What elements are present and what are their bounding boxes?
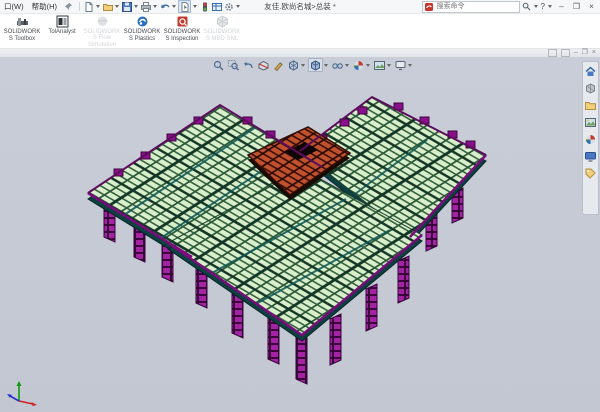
solidworks-plastics-button[interactable]: SOLIDWORKS Plastics [122, 14, 162, 48]
task-pane-tabs [582, 61, 599, 215]
search-dropdown-arrow[interactable] [534, 5, 538, 8]
print-icon[interactable] [140, 1, 151, 12]
close-button[interactable]: × [585, 1, 598, 12]
file-properties-icon[interactable] [211, 1, 222, 12]
plastics-icon [136, 15, 149, 28]
taskpane-design-library-icon[interactable] [585, 83, 596, 94]
new-dropdown-arrow[interactable] [96, 5, 100, 8]
minimize-button[interactable]: – [555, 1, 568, 12]
solidworks-logo-icon [425, 3, 433, 11]
open-dropdown-arrow[interactable] [115, 5, 119, 8]
separator [79, 2, 80, 11]
zoom-to-area-icon[interactable] [227, 59, 240, 71]
flow-simulation-icon [96, 15, 109, 28]
command-search-box[interactable] [422, 1, 520, 13]
section-view-icon[interactable] [257, 59, 270, 71]
hide-show-items-icon[interactable] [331, 59, 344, 71]
search-input[interactable] [435, 2, 509, 11]
tolanalyst-button[interactable]: TolAnalyst [42, 14, 82, 48]
taskpane-home-icon[interactable] [585, 66, 596, 77]
doc-close-button[interactable]: × [592, 49, 596, 57]
sketch-visibility-icon[interactable] [272, 59, 285, 71]
title-bar: 口(W) 帮助(H) 友佳.欧尚名城>总装 [0, 0, 600, 14]
print-dropdown-arrow[interactable] [153, 5, 157, 8]
display-style-icon[interactable] [308, 58, 323, 72]
hide-show-dropdown-arrow[interactable] [345, 64, 349, 67]
apply-scene-dropdown-arrow[interactable] [387, 64, 391, 67]
menu-help[interactable]: 帮助(H) [28, 1, 61, 12]
doc-ghost-icon-1 [548, 49, 557, 57]
toolbox-icon [16, 15, 29, 28]
help-button[interactable]: ? [541, 2, 545, 11]
doc-minimize-button[interactable]: – [574, 49, 578, 57]
solidworks-toolbox-button[interactable]: SOLIDWORKS Toolbox [2, 14, 42, 48]
new-document-icon[interactable] [83, 1, 94, 12]
search-icon[interactable] [522, 2, 531, 11]
model-slab-panels [88, 97, 486, 335]
solidworks-inspection-button[interactable]: SOLIDWORKS Inspection [162, 14, 202, 48]
zoom-to-fit-icon[interactable] [212, 59, 225, 71]
edit-appearance-dropdown-arrow[interactable] [366, 64, 370, 67]
save-icon[interactable] [121, 1, 132, 12]
mbd-snl-icon [216, 15, 229, 28]
solidworks-flow-simulation-button[interactable]: SOLIDWORKS Flow Simulation [82, 14, 122, 48]
undo-dropdown-arrow[interactable] [172, 5, 176, 8]
graphics-viewport[interactable] [0, 57, 600, 412]
taskpane-display-icon[interactable] [585, 151, 596, 162]
rebuild-traffic-light-icon[interactable] [199, 1, 210, 12]
taskpane-file-explorer-icon[interactable] [585, 100, 596, 111]
save-dropdown-arrow[interactable] [134, 5, 138, 8]
doc-ghost-icon-2 [561, 49, 570, 57]
display-style-dropdown-arrow[interactable] [324, 64, 328, 67]
options-gear-icon[interactable] [223, 1, 234, 12]
menu-window[interactable]: 口(W) [0, 1, 28, 12]
tolanalyst-icon [56, 15, 69, 28]
undo-icon[interactable] [159, 1, 170, 12]
commandmanager-tab-strip: – ❐ × [0, 49, 600, 57]
addins-ribbon: SOLIDWORKS Toolbox TolAnalyst SOLIDWORKS… [0, 14, 600, 49]
apply-scene-icon[interactable] [373, 59, 386, 71]
open-icon[interactable] [102, 1, 113, 12]
view-settings-icon[interactable] [394, 59, 407, 71]
view-orientation-icon[interactable] [287, 59, 300, 71]
taskpane-custom-properties-icon[interactable] [585, 168, 596, 179]
edit-appearance-icon[interactable] [352, 59, 365, 71]
select-icon[interactable] [178, 0, 191, 13]
taskpane-appearances-icon[interactable] [585, 134, 596, 145]
model-3d-assembly[interactable] [0, 57, 600, 412]
options-dropdown-arrow[interactable] [236, 5, 240, 8]
view-orientation-dropdown-arrow[interactable] [301, 64, 305, 67]
doc-restore-button[interactable]: ❐ [582, 49, 588, 57]
restore-button[interactable]: ❐ [570, 1, 583, 12]
taskpane-view-palette-icon[interactable] [585, 117, 596, 128]
view-settings-dropdown-arrow[interactable] [408, 64, 412, 67]
help-dropdown-arrow[interactable] [548, 5, 552, 8]
headsup-view-toolbar [212, 58, 413, 72]
pin-menu-icon[interactable] [64, 2, 73, 11]
solidworks-mbd-snl-button[interactable]: SOLIDWORKS MBD SNL [202, 14, 242, 48]
previous-view-icon[interactable] [242, 59, 255, 71]
reference-triad [3, 377, 39, 407]
quick-access-toolbar [83, 0, 241, 13]
select-dropdown-arrow[interactable] [193, 5, 197, 8]
inspection-icon [176, 15, 189, 28]
